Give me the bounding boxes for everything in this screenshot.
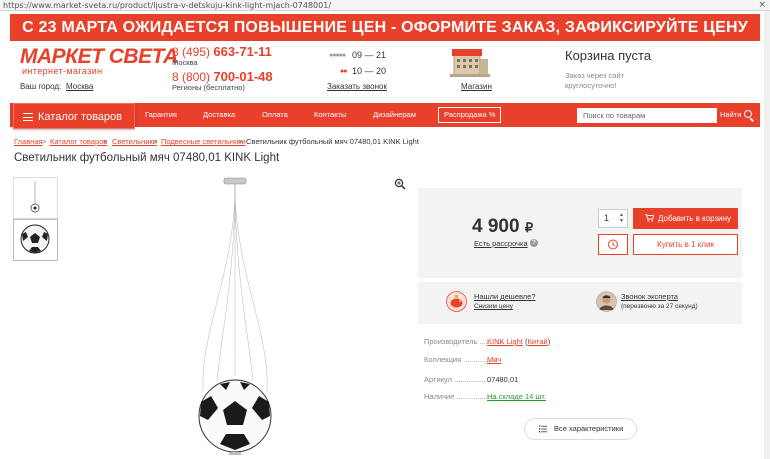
- quantity-stepper[interactable]: 1 ▲ ▼: [598, 209, 628, 228]
- breadcrumb-home[interactable]: Главная: [14, 137, 43, 146]
- expert-call-link[interactable]: Звонок эксперта: [621, 292, 678, 301]
- sale-button[interactable]: Распродажа %: [438, 107, 502, 123]
- spec-key-sku: Артикул ..................: [424, 375, 492, 384]
- address-bar[interactable]: https://www.market-sveta.ru/product/ljus…: [0, 0, 770, 11]
- search-button-label: Найти: [720, 110, 742, 119]
- search-icon: [744, 110, 753, 118]
- store-link[interactable]: Магазин: [461, 82, 492, 91]
- product-price: 4 900 ₽: [472, 216, 533, 238]
- catalog-button[interactable]: Каталог товаров: [13, 103, 135, 129]
- breadcrumb-current: Светильник футбольный мяч 07480,01 KINK …: [246, 137, 419, 146]
- menu-icon: [23, 113, 33, 121]
- lower-price-link[interactable]: Снизим цену: [474, 303, 513, 310]
- close-icon[interactable]: ×: [758, 0, 766, 11]
- cart-note: Заказ через сайт круглосуточно!: [565, 71, 625, 90]
- spec-value-manufacturer: KINK Light (Китай): [487, 337, 551, 346]
- catalog-label: Каталог товаров: [38, 111, 122, 123]
- all-specs-label: Все характеристики: [554, 424, 624, 433]
- add-to-cart-label: Добавить в корзину: [658, 214, 732, 223]
- collection-link[interactable]: Мяч: [487, 355, 501, 364]
- reminder-button[interactable]: [598, 234, 628, 255]
- expert-avatar-icon: [596, 291, 617, 312]
- all-specs-button[interactable]: Все характеристики: [524, 418, 637, 440]
- thumbnail-2[interactable]: [13, 219, 58, 261]
- page-scrollbar[interactable]: [764, 11, 770, 459]
- phone-regions[interactable]: 8 (800) 700-01-48: [172, 69, 273, 84]
- city-selector[interactable]: Москва: [66, 82, 93, 91]
- currency-symbol: ₽: [524, 220, 534, 235]
- spec-value-availability: На складе 14 шт.: [487, 392, 546, 401]
- weekday-dots-icon: ●●●●●: [329, 52, 346, 59]
- add-to-cart-button[interactable]: Добавить в корзину: [633, 208, 738, 229]
- nav-payment[interactable]: Оплата: [262, 103, 288, 127]
- product-image[interactable]: [180, 176, 290, 456]
- manufacturer-link[interactable]: KINK Light: [487, 337, 523, 346]
- price-panel: [418, 188, 742, 278]
- phone-number: 700-01-48: [213, 69, 273, 84]
- stock-status[interactable]: На складе 14 шт.: [487, 392, 546, 401]
- phone-number: 663-71-11: [213, 44, 272, 59]
- cart-icon: [645, 214, 654, 222]
- nav-warranty[interactable]: Гарантия: [145, 103, 177, 127]
- breadcrumb-separator: >: [153, 137, 158, 146]
- found-cheaper-link[interactable]: Нашли дешевле?: [474, 292, 536, 301]
- search-button[interactable]: Найти: [720, 103, 753, 127]
- info-icon[interactable]: ?: [530, 239, 538, 247]
- promo-banner[interactable]: С 23 МАРТА ОЖИДАЕТСЯ ПОВЫШЕНИЕ ЦЕН - ОФО…: [10, 14, 760, 41]
- nav-contacts[interactable]: Контакты: [314, 103, 346, 127]
- ball-thumbnail-icon: [20, 224, 50, 254]
- store-building-icon[interactable]: [450, 45, 490, 77]
- hours-weekend: 10 — 20: [352, 66, 387, 76]
- logo-subtitle: интернет-магазин: [22, 66, 103, 76]
- city-label: Ваш город:: [20, 82, 62, 91]
- weekend-dots-icon: ●●: [340, 68, 348, 75]
- nav-designers[interactable]: Дизайнерам: [373, 103, 416, 127]
- url-text: https://www.market-sveta.ru/product/ljus…: [3, 1, 332, 10]
- lamp-thumbnail-icon: [30, 181, 40, 213]
- phone-code: 8 (495): [172, 45, 214, 59]
- stepper-arrows-icon[interactable]: ▲ ▼: [619, 212, 624, 224]
- breadcrumb-separator: >: [42, 137, 47, 146]
- search-input[interactable]: [577, 108, 717, 123]
- thumbnail-1[interactable]: [13, 177, 58, 219]
- clock-icon: [608, 239, 618, 250]
- phone-code: 8 (800): [172, 70, 214, 84]
- quantity-value: 1: [604, 213, 610, 223]
- breadcrumb-pendant[interactable]: Подвесные светильники: [161, 137, 246, 146]
- page-title: Светильник футбольный мяч 07480,01 KINK …: [14, 152, 280, 164]
- phone-moscow[interactable]: 8 (495) 663-71-11: [172, 44, 272, 59]
- breadcrumb-lamps[interactable]: Светильники: [112, 137, 157, 146]
- price-value: 4 900: [472, 216, 520, 237]
- piggy-bank-icon: [446, 291, 467, 312]
- phone-region-label: Регионы (бесплатно): [172, 83, 245, 92]
- breadcrumb-separator: >: [103, 137, 108, 146]
- installment-link[interactable]: Есть рассрочка: [474, 239, 528, 248]
- zoom-icon[interactable]: [394, 178, 406, 190]
- spec-value-sku: 07480,01: [487, 375, 519, 384]
- buy-one-click-button[interactable]: Купить в 1 клик: [633, 234, 738, 255]
- callback-link[interactable]: Заказать звонок: [327, 82, 387, 91]
- country-link[interactable]: Китай: [527, 337, 547, 346]
- hours-weekdays: 09 — 21: [352, 50, 387, 60]
- spec-value-collection: Мяч: [487, 355, 501, 364]
- expert-call-note: (перезвоню за 27 секунд): [621, 303, 698, 310]
- list-icon: [539, 425, 547, 433]
- spec-key-collection: Коллекция ................: [424, 355, 497, 364]
- breadcrumb-separator: >: [238, 137, 243, 146]
- phone-region-label: Москва: [172, 58, 198, 67]
- cart-status[interactable]: Корзина пуста: [565, 48, 651, 63]
- nav-delivery[interactable]: Доставка: [203, 103, 235, 127]
- breadcrumb-catalog[interactable]: Каталог товаров: [50, 137, 107, 146]
